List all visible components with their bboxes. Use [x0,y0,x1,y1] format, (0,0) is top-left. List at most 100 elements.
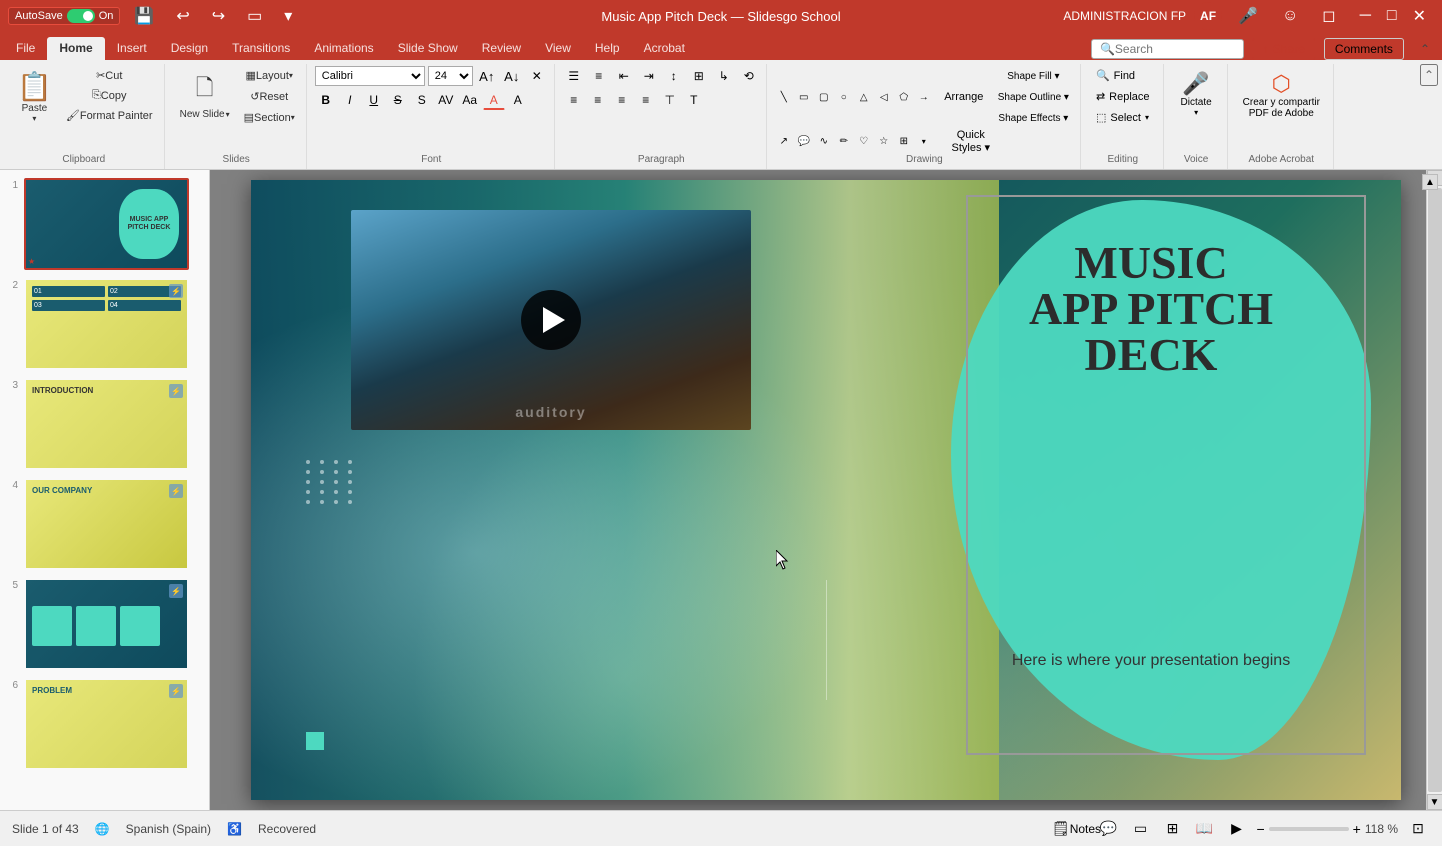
dictate-button[interactable]: 🎤 Dictate ▾ [1172,66,1221,122]
italic-button[interactable]: I [339,90,361,110]
justify-button[interactable]: ≡ [635,90,657,110]
fit-slide-button[interactable]: ⊡ [1406,817,1430,841]
tab-file[interactable]: File [4,37,47,60]
shadow-button[interactable]: S [411,90,433,110]
font-size-select[interactable]: 24 [428,66,473,86]
numbering-button[interactable]: ≡ [588,66,610,86]
video-play-button[interactable] [521,290,581,350]
convert-smartart-button[interactable]: ⟲ [738,66,760,86]
zoom-slider[interactable] [1269,827,1349,831]
thumbnail-4[interactable]: 4 OUR COMPANY ⚡ [4,478,205,570]
font-color-button[interactable]: A [483,90,505,110]
zoom-in-button[interactable]: + [1353,821,1361,837]
customize-qat-button[interactable]: ▾ [276,4,300,28]
shape-pentagon-btn[interactable]: ⬠ [895,88,913,106]
shape-rect-btn[interactable]: ▭ [795,88,813,106]
mic-icon-btn[interactable]: 🎤 [1230,4,1266,28]
shape-curve-btn[interactable]: ∿ [815,132,833,150]
line-spacing-button[interactable]: ↕ [663,66,685,86]
comments-icon-button[interactable]: 💬 [1096,817,1120,841]
highlight-color-button[interactable]: A [507,90,529,110]
increase-indent-button[interactable]: ⇥ [638,66,660,86]
tab-home[interactable]: Home [47,37,104,60]
undo-button[interactable]: ↩ [168,4,197,28]
shape-triangle-btn[interactable]: △ [855,88,873,106]
quick-styles-button[interactable]: Quick Styles ▾ [941,132,1001,150]
vertical-align-button[interactable]: ⊤ [659,90,681,110]
arrange-button[interactable]: Arrange [941,88,987,106]
ribbon-scroll-up[interactable]: ⌃ [1420,64,1438,86]
tab-slideshow[interactable]: Slide Show [386,37,470,60]
ribbon-collapse-button[interactable]: ⌃ [1412,40,1438,58]
tab-design[interactable]: Design [159,37,220,60]
slide-title[interactable]: MUSIC APP PITCH DECK [961,240,1341,378]
tab-review[interactable]: Review [470,37,533,60]
redo-button[interactable]: ↪ [204,4,233,28]
close-button[interactable]: ✕ [1405,4,1434,28]
adobe-button[interactable]: ⬡ Crear y compartir PDF de Adobe [1236,66,1327,124]
slide-subtitle[interactable]: Here is where your presentation begins [961,652,1341,670]
shape-roundrect-btn[interactable]: ▢ [815,88,833,106]
share-button[interactable]: ↑ Share [1252,38,1316,60]
thumbnail-6[interactable]: 6 PROBLEM ⚡ [4,678,205,770]
thumbnail-2[interactable]: 2 01 02 03 04 ⚡ [4,278,205,370]
shape-oval-btn[interactable]: ○ [835,88,853,106]
ribbon-display-button[interactable]: ◻ [1314,4,1343,28]
change-case-button[interactable]: Aa [459,90,481,110]
shape-heart-btn[interactable]: ♡ [855,132,873,150]
shape-star-btn[interactable]: ☆ [875,132,893,150]
bold-button[interactable]: B [315,90,337,110]
video-player[interactable]: auditory [351,210,751,430]
search-input[interactable] [1115,42,1235,56]
cut-button[interactable]: ✂ Cut [61,66,158,85]
search-box[interactable]: 🔍 [1091,39,1244,59]
new-slide-button[interactable]: 🗋 New Slide ▾ [173,66,237,125]
font-name-select[interactable]: Calibri [315,66,425,86]
thumbnail-5[interactable]: 5 ⚡ [4,578,205,670]
columns-button[interactable]: ⊞ [688,66,710,86]
select-button[interactable]: ⬚ Select ▾ [1089,108,1156,127]
decrease-indent-button[interactable]: ⇤ [613,66,635,86]
save-button[interactable]: 💾 [126,4,162,28]
decrease-font-size-button[interactable]: A↓ [501,66,523,86]
shape-effects-button[interactable]: Shape Effects ▾ [993,108,1074,128]
shape-callout-btn[interactable]: 💬 [795,132,813,150]
shape-more-btn[interactable]: ⊞ [895,132,913,150]
user-avatar[interactable]: AF [1194,2,1222,30]
notes-button[interactable]: 🗒 Notes [1064,817,1088,841]
text-direction-button[interactable]: ↳ [713,66,735,86]
shape-arrow-btn[interactable]: → [915,88,933,106]
slideshow-view-button[interactable]: ▶ [1224,817,1248,841]
shape-rtriangle-btn[interactable]: ◁ [875,88,893,106]
zoom-out-button[interactable]: − [1256,821,1264,837]
underline-button[interactable]: U [363,90,385,110]
feedback-button[interactable]: ☺ [1274,5,1306,27]
tab-acrobat[interactable]: Acrobat [632,37,697,60]
autosave-toggle[interactable] [67,9,95,23]
shapes-gallery-more[interactable]: ▾ [915,132,933,150]
replace-button[interactable]: ⇄ Replace [1089,87,1157,106]
add-text-button[interactable]: T [683,90,705,110]
shape-freeform-btn[interactable]: ✏ [835,132,853,150]
clear-format-button[interactable]: ✕ [526,66,548,86]
strikethrough-button[interactable]: S [387,90,409,110]
scroll-up-button[interactable]: ▲ [1422,174,1438,190]
main-slide-canvas[interactable]: MUSIC APP PITCH DECK Here is where your … [251,180,1401,800]
normal-view-button[interactable]: ▭ [1128,817,1152,841]
tab-view[interactable]: View [533,37,583,60]
copy-button[interactable]: ⎘ Copy [61,86,158,105]
shape-outline-button[interactable]: Shape Outline ▾ [993,87,1074,107]
tab-animations[interactable]: Animations [302,37,385,60]
tab-insert[interactable]: Insert [105,37,159,60]
shape-arrow2-btn[interactable]: ↗ [775,132,793,150]
align-right-button[interactable]: ≡ [611,90,633,110]
tab-help[interactable]: Help [583,37,632,60]
vertical-scrollbar[interactable]: ▲ ▼ [1426,170,1442,810]
align-center-button[interactable]: ≡ [587,90,609,110]
scroll-thumb[interactable] [1428,188,1442,792]
scroll-down-arrow[interactable]: ▼ [1427,794,1442,810]
shape-fill-button[interactable]: Shape Fill ▾ [993,66,1074,86]
section-button[interactable]: ▤ Section ▾ [239,108,300,127]
comments-button[interactable]: Comments [1324,38,1404,60]
thumbnail-3[interactable]: 3 INTRODUCTION ⚡ [4,378,205,470]
